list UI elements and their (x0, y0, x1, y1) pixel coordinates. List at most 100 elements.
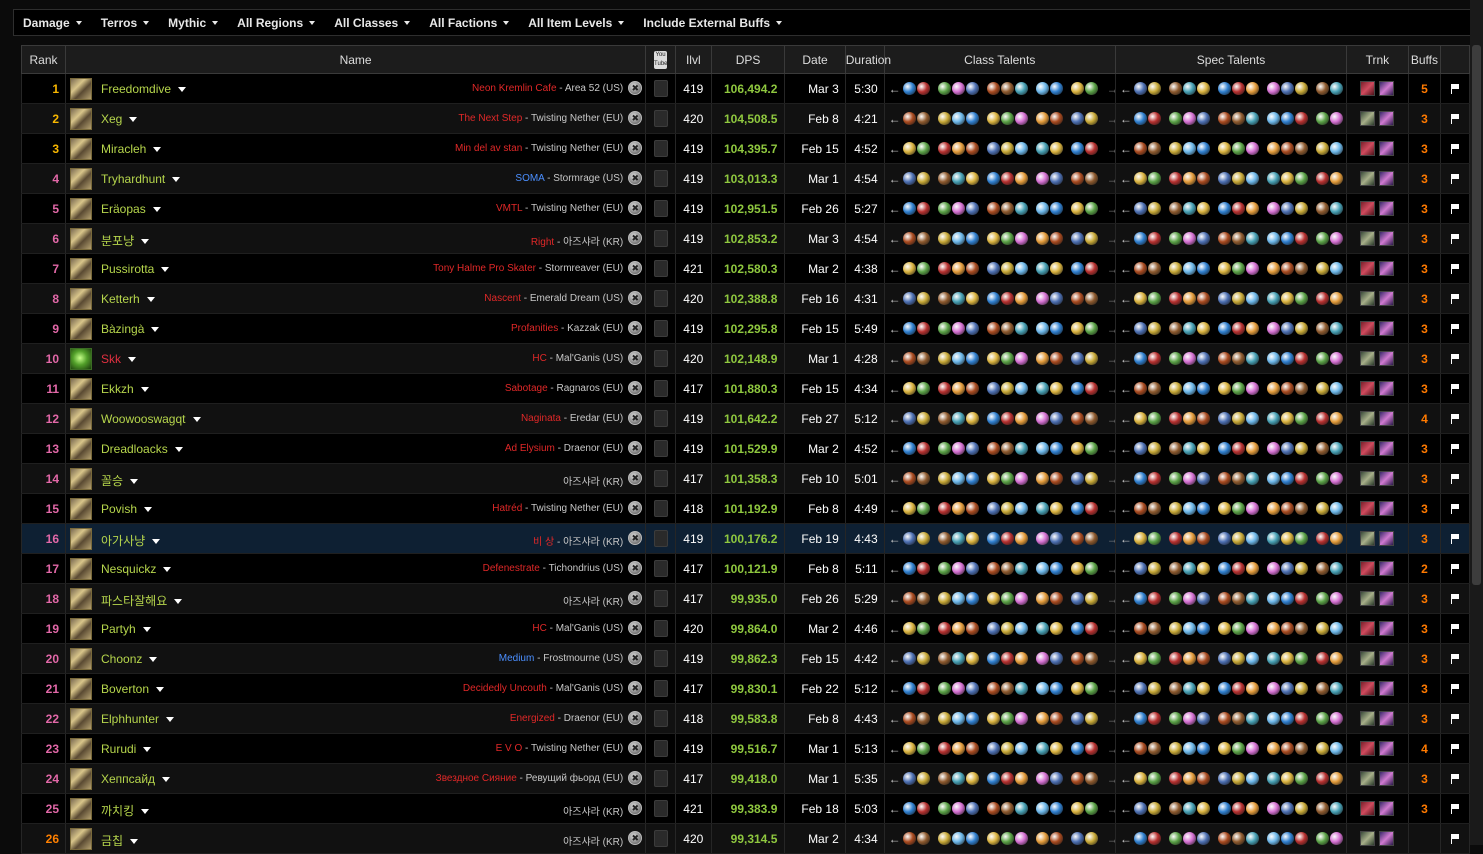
talent-icon[interactable] (1196, 442, 1210, 455)
filter-dropdown[interactable]: Damage (23, 16, 82, 30)
talent-icon[interactable] (951, 532, 965, 545)
flag-icon[interactable] (1450, 143, 1460, 154)
date-cell[interactable]: Feb 27 (784, 403, 846, 434)
talent-icon[interactable] (1182, 82, 1196, 95)
talent-icon[interactable] (1049, 532, 1063, 545)
date-cell[interactable]: Mar 1 (784, 733, 846, 764)
talent-icon[interactable] (1266, 742, 1280, 755)
guild-name-link[interactable]: Energized (510, 713, 555, 724)
trinket-icon[interactable] (1379, 441, 1395, 457)
talent-icon[interactable] (1147, 622, 1161, 635)
talent-icon[interactable] (1182, 172, 1196, 185)
talent-icon[interactable] (1196, 712, 1210, 725)
talent-icon[interactable] (1329, 472, 1343, 485)
talent-icon[interactable] (1294, 382, 1308, 395)
talent-icon[interactable] (1245, 202, 1259, 215)
player-name-link[interactable]: Povish (101, 502, 153, 516)
guild-name-link[interactable]: Sabotage (505, 383, 548, 394)
talent-icon[interactable] (1168, 772, 1182, 785)
talent-icon[interactable] (1147, 742, 1161, 755)
buffs-cell[interactable]: 3 (1407, 643, 1442, 674)
talent-icon[interactable] (1245, 832, 1259, 845)
talent-icon[interactable] (1329, 592, 1343, 605)
talent-icon[interactable] (937, 712, 951, 725)
talent-icon[interactable] (1182, 472, 1196, 485)
talent-icon[interactable] (986, 382, 1000, 395)
guild-name-link[interactable]: HC (532, 623, 546, 634)
talent-icon[interactable] (1084, 592, 1098, 605)
talent-icon[interactable] (916, 412, 930, 425)
talent-icon[interactable] (965, 472, 979, 485)
talent-icon[interactable] (1196, 202, 1210, 215)
buffs-cell[interactable]: 3 (1407, 493, 1442, 524)
talent-icon[interactable] (1049, 442, 1063, 455)
youtube-icon[interactable] (653, 110, 668, 127)
talent-icon[interactable] (951, 562, 965, 575)
header-duration[interactable]: Duration (844, 45, 891, 74)
talent-icon[interactable] (1294, 592, 1308, 605)
talent-icon[interactable] (937, 772, 951, 785)
talent-icon[interactable] (902, 412, 916, 425)
talent-icon[interactable] (1231, 652, 1245, 665)
talent-icon[interactable] (965, 622, 979, 635)
talent-icon[interactable] (965, 442, 979, 455)
trinket-icon[interactable] (1379, 321, 1395, 337)
flag-icon[interactable] (1450, 353, 1460, 364)
talent-icon[interactable] (1266, 412, 1280, 425)
talent-icon[interactable] (1014, 592, 1028, 605)
talent-icon[interactable] (1315, 562, 1329, 575)
talent-icon[interactable] (916, 532, 930, 545)
filter-dropdown[interactable]: All Item Levels (528, 16, 625, 30)
talent-icon[interactable] (1035, 502, 1049, 515)
talent-icon[interactable] (1035, 262, 1049, 275)
talent-icon[interactable] (1000, 682, 1014, 695)
talent-icon[interactable] (1231, 502, 1245, 515)
youtube-icon[interactable] (653, 440, 668, 457)
talent-icon[interactable] (916, 352, 930, 365)
talent-icon[interactable] (1084, 172, 1098, 185)
youtube-icon[interactable] (653, 320, 668, 337)
talent-icon[interactable] (902, 742, 916, 755)
talent-icon[interactable] (1133, 742, 1147, 755)
trinket-icon[interactable] (1379, 291, 1395, 307)
talent-icon[interactable] (1329, 502, 1343, 515)
talent-icon[interactable] (902, 442, 916, 455)
talent-icon[interactable] (1245, 142, 1259, 155)
player-name-link[interactable]: Ekkzh (101, 382, 149, 396)
talent-icon[interactable] (1147, 502, 1161, 515)
talent-icon[interactable] (916, 442, 930, 455)
talent-icon[interactable] (1266, 472, 1280, 485)
talent-icon[interactable] (1182, 832, 1196, 845)
dropdown-caret-icon[interactable] (156, 687, 165, 693)
table-row[interactable]: 19 Partyh HC - Mal'Ganis (US) ✖ 420 99,864.0 M… (21, 613, 1470, 644)
talent-icon[interactable] (1000, 472, 1014, 485)
date-cell[interactable]: Feb 22 (784, 673, 846, 704)
date-cell[interactable]: Mar 2 (784, 253, 846, 284)
talent-icon[interactable] (951, 502, 965, 515)
date-cell[interactable]: Feb 15 (784, 133, 846, 164)
buffs-cell[interactable]: 5 (1407, 73, 1442, 104)
talent-icon[interactable] (1196, 322, 1210, 335)
flag-icon[interactable] (1450, 173, 1460, 184)
player-name-link[interactable]: Partyh (101, 622, 151, 636)
talent-icon[interactable] (986, 532, 1000, 545)
talent-icon[interactable] (1133, 802, 1147, 815)
header-name[interactable]: Name (64, 45, 647, 74)
talent-icon[interactable] (1280, 292, 1294, 305)
talent-icon[interactable] (1280, 352, 1294, 365)
talent-icon[interactable] (1217, 832, 1231, 845)
talent-icon[interactable] (1329, 172, 1343, 185)
talent-icon[interactable] (1217, 292, 1231, 305)
table-row[interactable]: 5 Eräopas VMTL - Twisting Nether (EU) ✖ 419 1… (21, 193, 1470, 224)
talent-icon[interactable] (1294, 742, 1308, 755)
talent-icon[interactable] (1245, 682, 1259, 695)
talent-icon[interactable] (965, 202, 979, 215)
talent-icon[interactable] (1217, 742, 1231, 755)
talent-icon[interactable] (1217, 232, 1231, 245)
talent-icon[interactable] (1133, 142, 1147, 155)
talent-icon[interactable] (1182, 772, 1196, 785)
youtube-icon[interactable] (653, 140, 668, 157)
buffs-cell[interactable] (1407, 823, 1442, 854)
talent-icon[interactable] (916, 742, 930, 755)
talent-icon[interactable] (1084, 502, 1098, 515)
